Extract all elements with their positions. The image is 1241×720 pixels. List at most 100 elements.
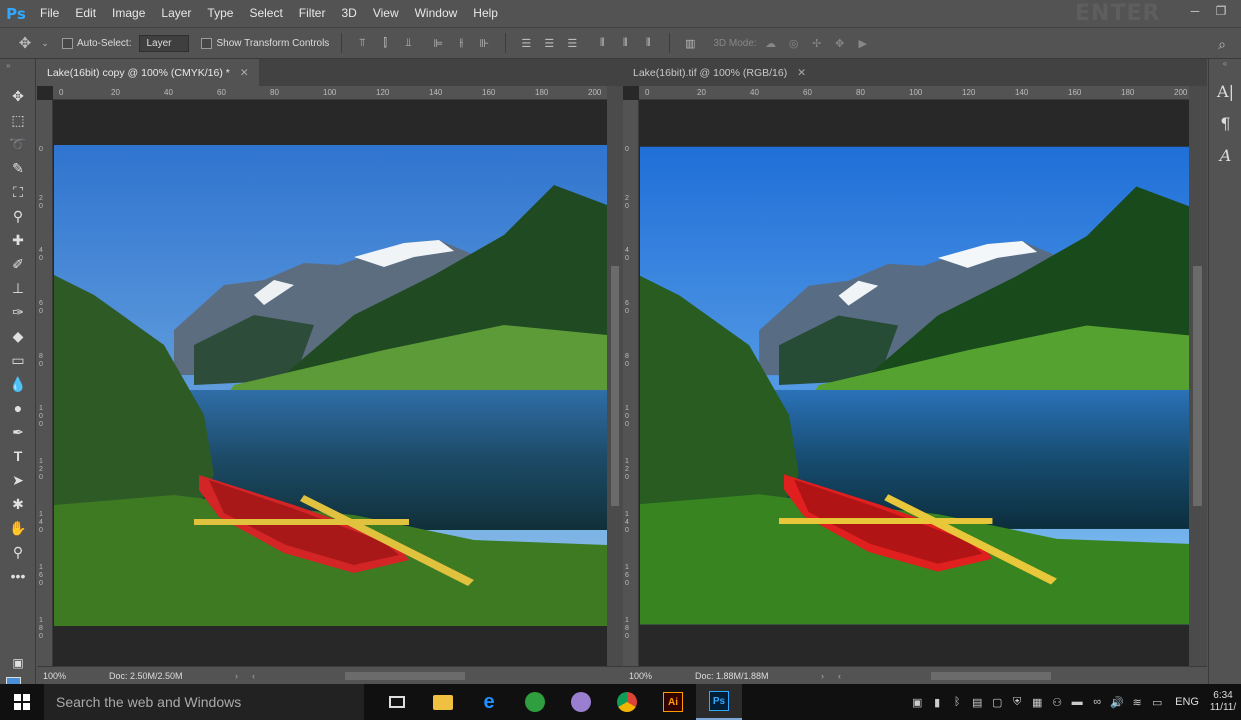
- 3d-roll-icon[interactable]: ◎: [785, 34, 803, 52]
- healing-brush-tool-icon[interactable]: ✚: [0, 228, 36, 252]
- chevron-right-icon[interactable]: ›: [235, 671, 238, 681]
- align-right-icon[interactable]: ⊪: [475, 34, 493, 52]
- menu-help[interactable]: Help: [465, 0, 506, 27]
- crop-tool-icon[interactable]: ⛶: [0, 180, 36, 204]
- align-left-icon[interactable]: ⊫: [429, 34, 447, 52]
- align-top-icon[interactable]: ⫪: [353, 34, 371, 52]
- menu-filter[interactable]: Filter: [291, 0, 334, 27]
- search-icon[interactable]: ⌕: [1213, 35, 1231, 53]
- taskbar-search-box[interactable]: Search the web and Windows: [44, 684, 364, 720]
- collapse-icon[interactable]: »: [0, 59, 35, 84]
- hand-tool-icon[interactable]: ✋: [0, 516, 36, 540]
- pen-tool-icon[interactable]: ✒: [0, 420, 36, 444]
- menu-type[interactable]: Type: [199, 0, 241, 27]
- chevron-left-icon[interactable]: ‹: [252, 671, 255, 681]
- people-icon[interactable]: ⚇: [1047, 696, 1067, 709]
- power-icon[interactable]: ▬: [1067, 696, 1087, 708]
- battery-icon[interactable]: ▮: [927, 696, 947, 709]
- notification-icon[interactable]: ▭: [1147, 696, 1167, 709]
- align-hcenter-icon[interactable]: ⫲: [452, 34, 470, 52]
- chevron-right-icon[interactable]: ›: [821, 671, 824, 681]
- windows-start-button[interactable]: [0, 684, 44, 720]
- link-icon[interactable]: ∞: [1087, 696, 1107, 708]
- auto-align-icon[interactable]: ▥: [681, 34, 699, 52]
- eyedropper-tool-icon[interactable]: ⚲: [0, 204, 36, 228]
- image-canvas-cmyk[interactable]: [54, 145, 607, 626]
- lasso-tool-icon[interactable]: ➰: [0, 132, 36, 156]
- 3d-scale-icon[interactable]: ▶: [854, 34, 872, 52]
- tray-app-icon[interactable]: ▤: [967, 696, 987, 709]
- zoom-level[interactable]: 100%: [37, 671, 85, 681]
- file-explorer-icon[interactable]: [420, 684, 466, 720]
- vertical-scrollbar[interactable]: [607, 86, 623, 666]
- path-selection-tool-icon[interactable]: ➤: [0, 468, 36, 492]
- collapse-icon[interactable]: «: [1209, 59, 1241, 75]
- 3d-pan-icon[interactable]: ✢: [808, 34, 826, 52]
- menu-window[interactable]: Window: [407, 0, 466, 27]
- task-view-icon[interactable]: [374, 684, 420, 720]
- blur-tool-icon[interactable]: 💧: [0, 372, 36, 396]
- character-panel-icon[interactable]: A|: [1209, 75, 1241, 107]
- move-tool-icon[interactable]: ✥: [16, 34, 34, 52]
- auto-select-dropdown[interactable]: Layer: [139, 34, 190, 52]
- move-tool-icon[interactable]: ✥: [0, 84, 36, 108]
- chrome-icon[interactable]: [604, 684, 650, 720]
- language-indicator[interactable]: ENG: [1175, 696, 1199, 708]
- history-brush-tool-icon[interactable]: ✑: [0, 300, 36, 324]
- illustrator-icon[interactable]: Ai: [650, 684, 696, 720]
- gradient-tool-icon[interactable]: ▭: [0, 348, 36, 372]
- align-bottom-icon[interactable]: ⫫: [399, 34, 417, 52]
- edge-browser-icon[interactable]: e: [466, 684, 512, 720]
- tab-document-rgb[interactable]: Lake(16bit).tif @ 100% (RGB/16) ✕: [623, 59, 817, 86]
- clone-stamp-tool-icon[interactable]: ⊥: [0, 276, 36, 300]
- 3d-rotate-icon[interactable]: ☁: [762, 34, 780, 52]
- distribute-vcenter-icon[interactable]: ☰: [540, 34, 558, 52]
- menu-layer[interactable]: Layer: [153, 0, 199, 27]
- image-canvas-rgb[interactable]: [640, 145, 1189, 626]
- shield-icon[interactable]: ⛨: [1007, 696, 1027, 709]
- 3d-slide-icon[interactable]: ✥: [831, 34, 849, 52]
- tab-document-cmyk[interactable]: Lake(16bit) copy @ 100% (CMYK/16) * ✕: [37, 59, 259, 86]
- quick-mask-icon[interactable]: ▣: [0, 651, 36, 675]
- zoom-level[interactable]: 100%: [623, 671, 671, 681]
- marquee-tool-icon[interactable]: ⬚: [0, 108, 36, 132]
- menu-file[interactable]: File: [32, 0, 67, 27]
- more-tools-icon[interactable]: •••: [0, 564, 36, 588]
- vertical-scrollbar[interactable]: [1189, 86, 1207, 666]
- bluetooth-icon[interactable]: ᛒ: [947, 696, 967, 708]
- distribute-hcenter-icon[interactable]: ⦀: [616, 34, 634, 52]
- green-app-icon[interactable]: [512, 684, 558, 720]
- menu-image[interactable]: Image: [104, 0, 153, 27]
- eraser-tool-icon[interactable]: ◆: [0, 324, 36, 348]
- close-icon[interactable]: ✕: [240, 67, 249, 79]
- menu-edit[interactable]: Edit: [67, 0, 104, 27]
- brush-tool-icon[interactable]: ✐: [0, 252, 36, 276]
- align-vcenter-icon[interactable]: ⫿: [376, 34, 394, 52]
- paragraph-panel-icon[interactable]: ¶: [1209, 107, 1241, 139]
- horizontal-scrollbar[interactable]: [931, 671, 1051, 680]
- distribute-top-icon[interactable]: ☰: [517, 34, 535, 52]
- menu-select[interactable]: Select: [241, 0, 290, 27]
- distribute-right-icon[interactable]: ⦀: [639, 34, 657, 52]
- wifi-icon[interactable]: ≋: [1127, 696, 1147, 709]
- auto-select-checkbox[interactable]: Auto-Select:: [62, 37, 131, 49]
- distribute-left-icon[interactable]: ⦀: [593, 34, 611, 52]
- close-icon[interactable]: ✕: [797, 67, 806, 79]
- nvidia-icon[interactable]: ▦: [1027, 696, 1047, 709]
- dodge-tool-icon[interactable]: ●: [0, 396, 36, 420]
- chevron-down-icon[interactable]: ⌄: [36, 34, 54, 52]
- tray-app-icon[interactable]: ▢: [987, 696, 1007, 709]
- custom-shape-tool-icon[interactable]: ✱: [0, 492, 36, 516]
- distribute-bottom-icon[interactable]: ☰: [563, 34, 581, 52]
- horizontal-scrollbar[interactable]: [345, 671, 465, 680]
- clock[interactable]: 6:34 11/11/: [1205, 690, 1241, 714]
- tray-app-icon[interactable]: ▣: [907, 696, 927, 709]
- menu-view[interactable]: View: [365, 0, 407, 27]
- paint-app-icon[interactable]: [558, 684, 604, 720]
- volume-icon[interactable]: 🔊: [1107, 696, 1127, 709]
- chevron-left-icon[interactable]: ‹: [838, 671, 841, 681]
- photoshop-taskbar-icon[interactable]: Ps: [696, 684, 742, 720]
- type-tool-icon[interactable]: T: [0, 444, 36, 468]
- glyphs-panel-icon[interactable]: A: [1209, 139, 1241, 171]
- show-transform-checkbox[interactable]: Show Transform Controls: [201, 37, 329, 49]
